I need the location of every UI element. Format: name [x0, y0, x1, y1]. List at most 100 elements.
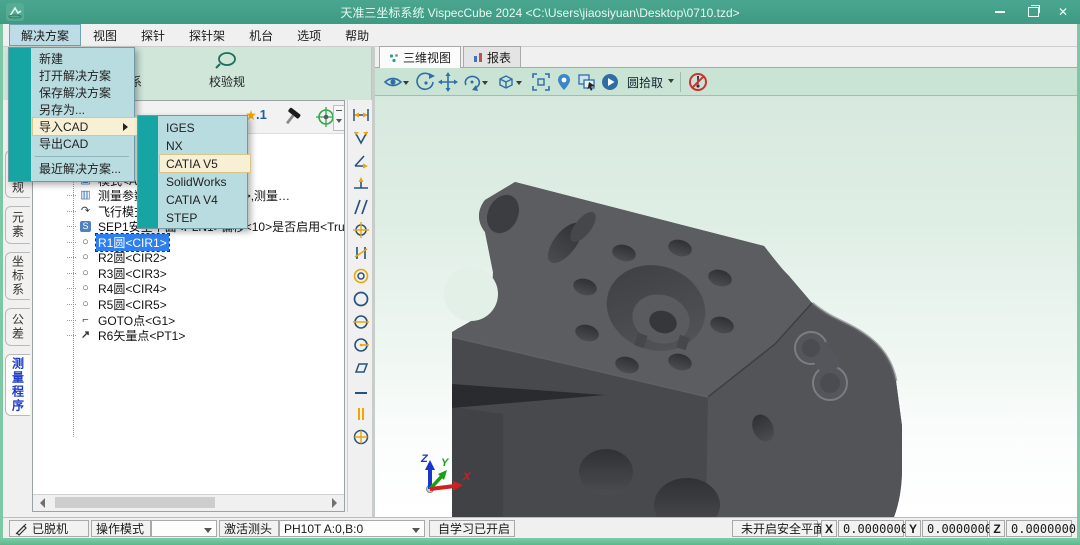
restore-button[interactable] — [1018, 0, 1048, 24]
select-layer-button[interactable] — [576, 71, 598, 93]
magnifier-icon — [213, 51, 241, 71]
menu-probe-rack[interactable]: 探针架 — [177, 24, 237, 46]
gdt-parallelism-icon[interactable] — [350, 196, 372, 218]
probe-disabled-icon — [688, 72, 708, 92]
zoom-fit-button[interactable] — [530, 71, 552, 93]
probe-disabled-button[interactable] — [687, 71, 709, 93]
locate-pin-button[interactable] — [553, 71, 575, 93]
submenu-item-step[interactable]: STEP — [166, 209, 197, 226]
operation-mode-label: 操作模式 — [91, 520, 151, 537]
active-probe-select[interactable]: PH10T A:0,B:0 — [279, 520, 425, 537]
tree-row-circle-r4[interactable]: ○ R4圆<CIR4> — [67, 281, 169, 296]
menu-item-save-solution[interactable]: 保存解决方案 — [39, 84, 111, 101]
toolbar-overflow-button[interactable] — [333, 105, 345, 131]
gdt-cylindricity-icon[interactable] — [350, 311, 372, 333]
gdt-perpendicularity-icon[interactable] — [350, 173, 372, 195]
minimize-icon — [995, 11, 1005, 13]
submenu-item-catia-v4[interactable]: CATIA V4 — [166, 191, 218, 208]
status-bar: 已脱机 操作模式 激活测头 PH10T A:0,B:0 自学习已开启 未开启安全… — [3, 517, 1077, 538]
view3d-tab-icon — [389, 53, 399, 63]
gdt-roundness-icon[interactable] — [350, 288, 372, 310]
self-learn-status[interactable]: 自学习已开启 — [429, 520, 515, 537]
visibility-button[interactable] — [382, 71, 410, 93]
gdt-angle-icon[interactable] — [350, 150, 372, 172]
menu-options[interactable]: 选项 — [285, 24, 333, 46]
close-button[interactable]: ✕ — [1048, 0, 1078, 24]
submenu-item-solidworks[interactable]: SolidWorks — [166, 173, 226, 190]
submenu-item-catia-v5[interactable]: CATIA V5 — [160, 155, 250, 172]
menu-machine[interactable]: 机台 — [237, 24, 285, 46]
pan-icon — [438, 72, 458, 92]
pan-button[interactable] — [437, 71, 459, 93]
tab-3d-view-label: 三维视图 — [403, 49, 451, 66]
circle-pick-dropdown[interactable]: 圆拾取 — [623, 71, 678, 93]
auto-run-button[interactable] — [599, 71, 621, 93]
scroll-thumb[interactable] — [55, 497, 215, 508]
view-cube-button[interactable] — [495, 71, 523, 93]
gdt-angle-v-icon[interactable] — [350, 127, 372, 149]
menu-gutter — [9, 48, 31, 181]
x-coordinate-label: X — [821, 520, 837, 537]
restore-icon — [1028, 7, 1039, 17]
dropdown-caret-icon — [412, 528, 420, 537]
tab-coordinate[interactable]: 坐标系 — [5, 252, 30, 300]
tab-report[interactable]: 报表 — [463, 46, 521, 67]
z-coordinate-label: Z — [989, 520, 1005, 537]
z-coordinate-value: 0.0000000 — [1006, 520, 1072, 537]
build-button[interactable] — [281, 106, 303, 131]
menu-view[interactable]: 视图 — [81, 24, 129, 46]
tab-3d-view[interactable]: 三维视图 — [379, 46, 461, 68]
rotate-icon — [462, 72, 482, 92]
gauge-check-button[interactable]: 校验规 — [199, 51, 255, 90]
eye-icon — [383, 74, 403, 90]
rotate-view-button[interactable] — [461, 71, 489, 93]
gdt-runout-icon[interactable] — [350, 334, 372, 356]
menu-probe[interactable]: 探针 — [129, 24, 177, 46]
part-3d-model: Z Y X — [375, 96, 1077, 517]
circle-icon: ○ — [78, 252, 93, 263]
tree-row-circle-r5[interactable]: ○ R5圆<CIR5> — [67, 297, 169, 312]
tab-elements[interactable]: 元素 — [5, 206, 30, 244]
tree-row-circle-r3[interactable]: ○ R3圆<CIR3> — [67, 266, 169, 281]
dropdown-caret-icon — [668, 79, 674, 86]
decimal-display-button[interactable]: .1 — [246, 107, 267, 122]
menu-item-new[interactable]: 新建 — [39, 50, 63, 67]
gdt-symmetry-icon[interactable] — [350, 403, 372, 425]
tab-report-label: 报表 — [487, 49, 511, 66]
submenu-item-iges[interactable]: IGES — [166, 119, 195, 136]
tab-measure-program[interactable]: 测量程序 — [5, 354, 30, 416]
menu-solution[interactable]: 解决方案 — [9, 24, 81, 46]
viewport-3d[interactable]: Z Y X — [375, 96, 1077, 517]
gdt-straightness-icon[interactable] — [350, 380, 372, 402]
tree-row-circle-r2[interactable]: ○ R2圆<CIR2> — [67, 250, 169, 265]
tree-row-goto[interactable]: ⌐ GOTO点<G1> — [67, 313, 177, 328]
menu-help[interactable]: 帮助 — [333, 24, 381, 46]
menu-item-import-cad[interactable]: 导入CAD — [33, 118, 137, 135]
operation-mode-select[interactable] — [151, 520, 217, 537]
offline-icon — [14, 522, 28, 536]
menu-item-open-solution[interactable]: 打开解决方案 — [39, 67, 111, 84]
import-cad-submenu: IGES NX CATIA V5 SolidWorks CATIA V4 STE… — [137, 115, 248, 229]
tree-row-circle-r1[interactable]: ○ R1圆<CIR1> — [67, 235, 169, 250]
scroll-right-arrow[interactable] — [332, 498, 342, 508]
gdt-position-icon[interactable] — [350, 219, 372, 241]
menu-item-export-cad[interactable]: 导出CAD — [39, 135, 88, 152]
menu-item-recent-solutions[interactable]: 最近解决方案... — [39, 160, 121, 177]
gdt-concentricity-icon[interactable] — [350, 265, 372, 287]
gdt-angularity-icon[interactable] — [350, 242, 372, 264]
gdt-flatness-icon[interactable] — [350, 357, 372, 379]
orbit-button[interactable] — [415, 71, 437, 93]
gdt-total-runout-icon[interactable] — [350, 426, 372, 448]
tab-tolerance[interactable]: 公差 — [5, 308, 30, 346]
minimize-button[interactable] — [985, 0, 1015, 24]
scroll-left-arrow[interactable] — [35, 498, 45, 508]
report-tab-icon — [473, 52, 483, 62]
menu-item-save-as[interactable]: 另存为... — [39, 101, 85, 118]
tree-row-vector-point[interactable]: ↗ R6矢量点<PT1> — [67, 328, 187, 343]
tree-horizontal-scrollbar[interactable] — [33, 494, 344, 511]
gdt-distance-icon[interactable] — [350, 104, 372, 126]
window-frame-left — [0, 24, 3, 538]
parameters-icon: ▥ — [78, 190, 93, 201]
view-tab-bar: 三维视图 报表 — [375, 47, 1077, 68]
submenu-item-nx[interactable]: NX — [166, 137, 183, 154]
